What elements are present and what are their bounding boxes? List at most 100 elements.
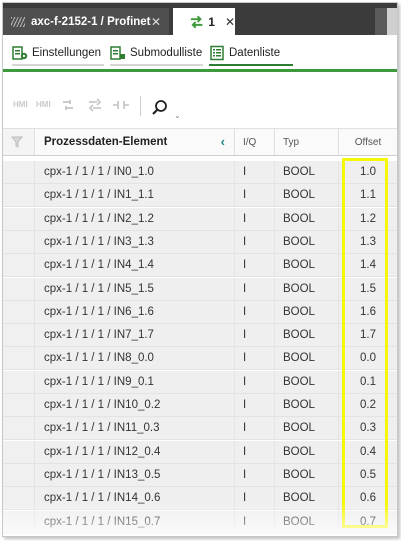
column-header-element[interactable]: Prozessdaten-Element ‹ <box>35 129 235 155</box>
subtab-datenliste[interactable]: Datenliste <box>209 42 293 66</box>
data-list-icon <box>210 45 224 61</box>
row-selector[interactable] <box>3 440 35 464</box>
io-cell: I <box>235 277 275 301</box>
element-cell: cpx-1 / 1 / 1 / IN2_1.2 <box>35 207 235 231</box>
swap-arrows-icon <box>190 15 203 28</box>
type-cell: BOOL <box>275 347 339 371</box>
type-cell: BOOL <box>275 463 339 487</box>
element-cell: cpx-1 / 1 / 1 / IN5_1.5 <box>35 277 235 301</box>
offset-cell: 0.3 <box>339 417 397 441</box>
row-selector[interactable] <box>3 347 35 371</box>
type-cell: BOOL <box>275 230 339 254</box>
search-icon[interactable] <box>151 99 169 117</box>
column-header-type[interactable]: Typ <box>275 129 339 155</box>
subtab-einstellungen[interactable]: Einstellungen <box>12 42 104 66</box>
table-row[interactable]: cpx-1 / 1 / 1 / IN7_1.7 I BOOL 1.7 <box>3 324 397 348</box>
type-cell: BOOL <box>275 370 339 394</box>
element-cell: cpx-1 / 1 / 1 / IN15_0.7 <box>35 510 235 534</box>
element-cell: cpx-1 / 1 / 1 / IN11_0.3 <box>35 417 235 441</box>
type-cell: BOOL <box>275 440 339 464</box>
table-row[interactable]: cpx-1 / 1 / 1 / IN6_1.6 I BOOL 1.6 <box>3 300 397 324</box>
table-row[interactable]: cpx-1 / 1 / 1 / IN0_1.0 I BOOL 1.0 <box>3 161 397 184</box>
io-cell: I <box>235 417 275 441</box>
offset-cell: 0.2 <box>339 394 397 417</box>
hmi-remove-icon[interactable]: HMI <box>36 100 51 109</box>
tab-label: 1 <box>208 14 215 29</box>
element-cell: cpx-1 / 1 / 1 / IN0_1.0 <box>35 161 235 184</box>
row-selector[interactable] <box>3 184 35 208</box>
row-selector[interactable] <box>3 417 35 441</box>
subtab-label: Datenliste <box>229 47 281 59</box>
close-icon[interactable]: ✕ <box>225 15 235 29</box>
row-selector[interactable] <box>3 254 35 278</box>
table-row[interactable]: cpx-1 / 1 / 1 / IN15_0.7 I BOOL 0.7 <box>3 510 397 534</box>
row-selector[interactable] <box>3 207 35 231</box>
table-row[interactable]: cpx-1 / 1 / 1 / IN11_0.3 I BOOL 0.3 <box>3 417 397 441</box>
subtab-label: Einstellungen <box>32 47 102 59</box>
row-selector[interactable] <box>3 277 35 301</box>
column-header-offset[interactable]: Offset <box>339 129 397 155</box>
offset-cell: 0.6 <box>339 487 397 511</box>
table-row[interactable]: cpx-1 / 1 / 1 / IN14_0.6 I BOOL 0.6 <box>3 487 397 511</box>
offset-cell: 1.0 <box>339 161 397 184</box>
subtab-label: Submodulliste <box>130 47 203 59</box>
io-cell: I <box>235 487 275 511</box>
row-selector[interactable] <box>3 300 35 324</box>
type-cell: BOOL <box>275 394 339 417</box>
table-row[interactable]: cpx-1 / 1 / 1 / IN9_0.1 I BOOL 0.1 <box>3 370 397 394</box>
tab-data[interactable]: 1 ✕ <box>173 8 235 35</box>
row-selector[interactable] <box>3 394 35 417</box>
offset-cell: 0.0 <box>339 347 397 371</box>
io-cell: I <box>235 300 275 324</box>
table-row[interactable]: cpx-1 / 1 / 1 / IN2_1.2 I BOOL 1.2 <box>3 207 397 231</box>
table-row[interactable]: cpx-1 / 1 / 1 / IN1_1.1 I BOOL 1.1 <box>3 184 397 208</box>
type-cell: BOOL <box>275 161 339 184</box>
sub-tab-bar: Einstellungen Submodulliste Datenliste <box>3 35 397 71</box>
element-cell: cpx-1 / 1 / 1 / IN14_0.6 <box>35 487 235 511</box>
io-cell: I <box>235 440 275 464</box>
chevron-down-icon[interactable]: ⌄ <box>174 111 181 120</box>
type-cell: BOOL <box>275 207 339 231</box>
type-cell: BOOL <box>275 510 339 534</box>
row-selector[interactable] <box>3 487 35 511</box>
disconnect-icon[interactable] <box>61 98 77 112</box>
tab-profinet[interactable]: axc-f-2152-1 / Profinet ✕ <box>3 8 169 35</box>
element-cell: cpx-1 / 1 / 1 / IN1_1.1 <box>35 184 235 208</box>
type-cell: BOOL <box>275 184 339 208</box>
collapse-icon[interactable]: ‹ <box>221 134 225 149</box>
offset-cell: 0.1 <box>339 370 397 394</box>
connect-icon[interactable] <box>87 98 103 112</box>
subtab-submodulliste[interactable]: Submodulliste <box>110 42 203 66</box>
row-selector[interactable] <box>3 161 35 184</box>
close-icon[interactable]: ✕ <box>151 15 161 29</box>
row-selector[interactable] <box>3 510 35 534</box>
row-selector[interactable] <box>3 324 35 348</box>
column-header-io[interactable]: I/Q <box>235 129 275 155</box>
table-row[interactable]: cpx-1 / 1 / 1 / IN4_1.4 I BOOL 1.4 <box>3 254 397 278</box>
io-cell: I <box>235 347 275 371</box>
element-cell: cpx-1 / 1 / 1 / IN13_0.5 <box>35 463 235 487</box>
filter-column-header[interactable] <box>3 129 35 155</box>
row-selector[interactable] <box>3 370 35 394</box>
toolbar: HMI HMI ⌄ <box>3 72 397 122</box>
hmi-add-icon[interactable]: HMI <box>13 100 28 109</box>
table-row[interactable]: cpx-1 / 1 / 1 / IN3_1.3 I BOOL 1.3 <box>3 230 397 254</box>
table-row[interactable]: cpx-1 / 1 / 1 / IN5_1.5 I BOOL 1.5 <box>3 277 397 301</box>
table-row[interactable]: cpx-1 / 1 / 1 / IN8_0.0 I BOOL 0.0 <box>3 347 397 371</box>
type-cell: BOOL <box>275 254 339 278</box>
io-cell: I <box>235 254 275 278</box>
row-selector[interactable] <box>3 230 35 254</box>
table-row[interactable]: cpx-1 / 1 / 1 / IN12_0.4 I BOOL 0.4 <box>3 440 397 464</box>
io-cell: I <box>235 510 275 534</box>
link-icon[interactable] <box>112 98 130 112</box>
toolbar-separator <box>140 96 141 116</box>
table-row[interactable]: cpx-1 / 1 / 1 / IN13_0.5 I BOOL 0.5 <box>3 463 397 487</box>
window-frame: axc-f-2152-1 / Profinet ✕ 1 ✕ Einstellun… <box>2 2 398 537</box>
column-header-label: Prozessdaten-Element <box>44 136 168 148</box>
row-selector[interactable] <box>3 463 35 487</box>
offset-cell: 0.7 <box>339 510 397 534</box>
offset-cell: 0.5 <box>339 463 397 487</box>
element-cell: cpx-1 / 1 / 1 / IN8_0.0 <box>35 347 235 371</box>
table-row[interactable]: cpx-1 / 1 / 1 / IN10_0.2 I BOOL 0.2 <box>3 394 397 417</box>
offset-cell: 1.1 <box>339 184 397 208</box>
